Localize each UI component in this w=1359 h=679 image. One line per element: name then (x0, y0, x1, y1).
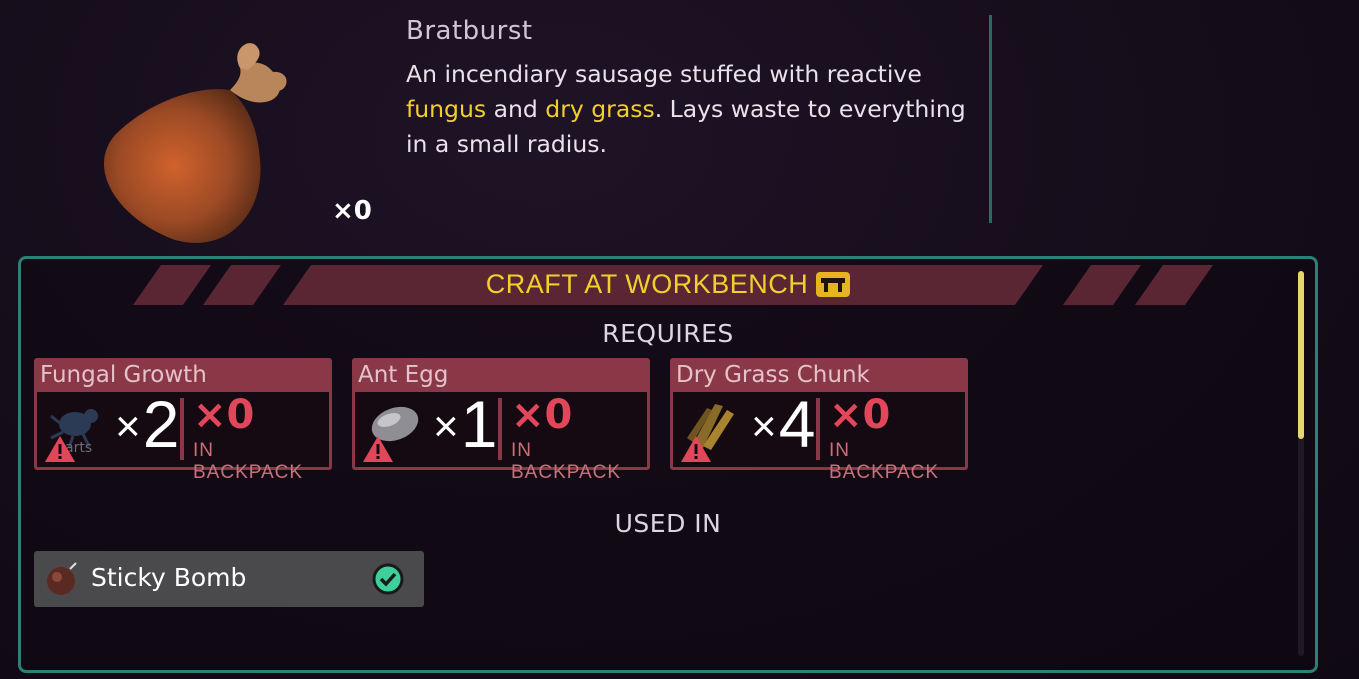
requirement-body: ×1 ×0 IN BACKPACK (355, 387, 647, 483)
keyword-fungus: fungus (406, 95, 487, 123)
used-in-item-label: Sticky Bomb (91, 563, 247, 592)
sticky-bomb-icon (47, 562, 77, 595)
warning-icon (363, 436, 393, 462)
backpack-count: ×0 (511, 392, 573, 438)
used-in-sticky-bomb[interactable]: Sticky Bomb (34, 551, 424, 607)
check-icon (372, 563, 404, 595)
requirement-name: Ant Egg (358, 362, 449, 388)
item-owned-count: ×0 (332, 196, 372, 226)
scrollbar-thumb[interactable] (1298, 271, 1304, 439)
vertical-divider (989, 15, 992, 223)
warning-icon (45, 436, 75, 462)
workbench-icon (816, 272, 851, 297)
required-quantity: ×2 (115, 387, 180, 461)
requirement-name: Dry Grass Chunk (676, 362, 870, 388)
craft-at-workbench-label: CRAFT AT WORKBENCH (21, 269, 1315, 300)
crafting-panel: CRAFT AT WORKBENCH REQUIRES Fungal Growt… (18, 256, 1318, 673)
item-title: Bratburst (406, 16, 533, 46)
in-backpack-label: IN BACKPACK (511, 440, 622, 483)
requirement-separator (498, 398, 502, 460)
requirement-separator (180, 398, 184, 460)
requirement-body: arts ×2 ×0 IN BACKPACK (37, 387, 329, 483)
required-quantity: ×1 (433, 387, 498, 461)
used-in-heading: USED IN (614, 509, 722, 538)
requirement-fungal-growth[interactable]: Fungal Growth arts ×2 ×0 IN BACKPACK (34, 358, 332, 483)
backpack-count: ×0 (829, 392, 891, 438)
required-quantity: ×4 (751, 387, 816, 461)
warning-icon (681, 436, 711, 462)
requirement-body: ×4 ×0 IN BACKPACK (673, 387, 965, 483)
requirement-name: Fungal Growth (40, 362, 207, 388)
sausage-sack-icon (103, 43, 287, 243)
in-backpack-label: IN BACKPACK (829, 440, 940, 483)
requirement-separator (816, 398, 820, 460)
keyword-dry-grass: dry grass (545, 95, 655, 123)
in-backpack-label: IN BACKPACK (193, 440, 304, 483)
backpack-count: ×0 (193, 392, 255, 438)
requirement-ant-egg[interactable]: Ant Egg ×1 ×0 IN BACKPACK (352, 358, 650, 483)
requires-heading: REQUIRES (602, 319, 734, 348)
requirement-dry-grass-chunk[interactable]: Dry Grass Chunk ×4 ×0 IN BACKPACK (670, 358, 968, 483)
bratburst-item-image (80, 30, 300, 250)
item-description: An incendiary sausage stuffed with react… (406, 60, 966, 158)
